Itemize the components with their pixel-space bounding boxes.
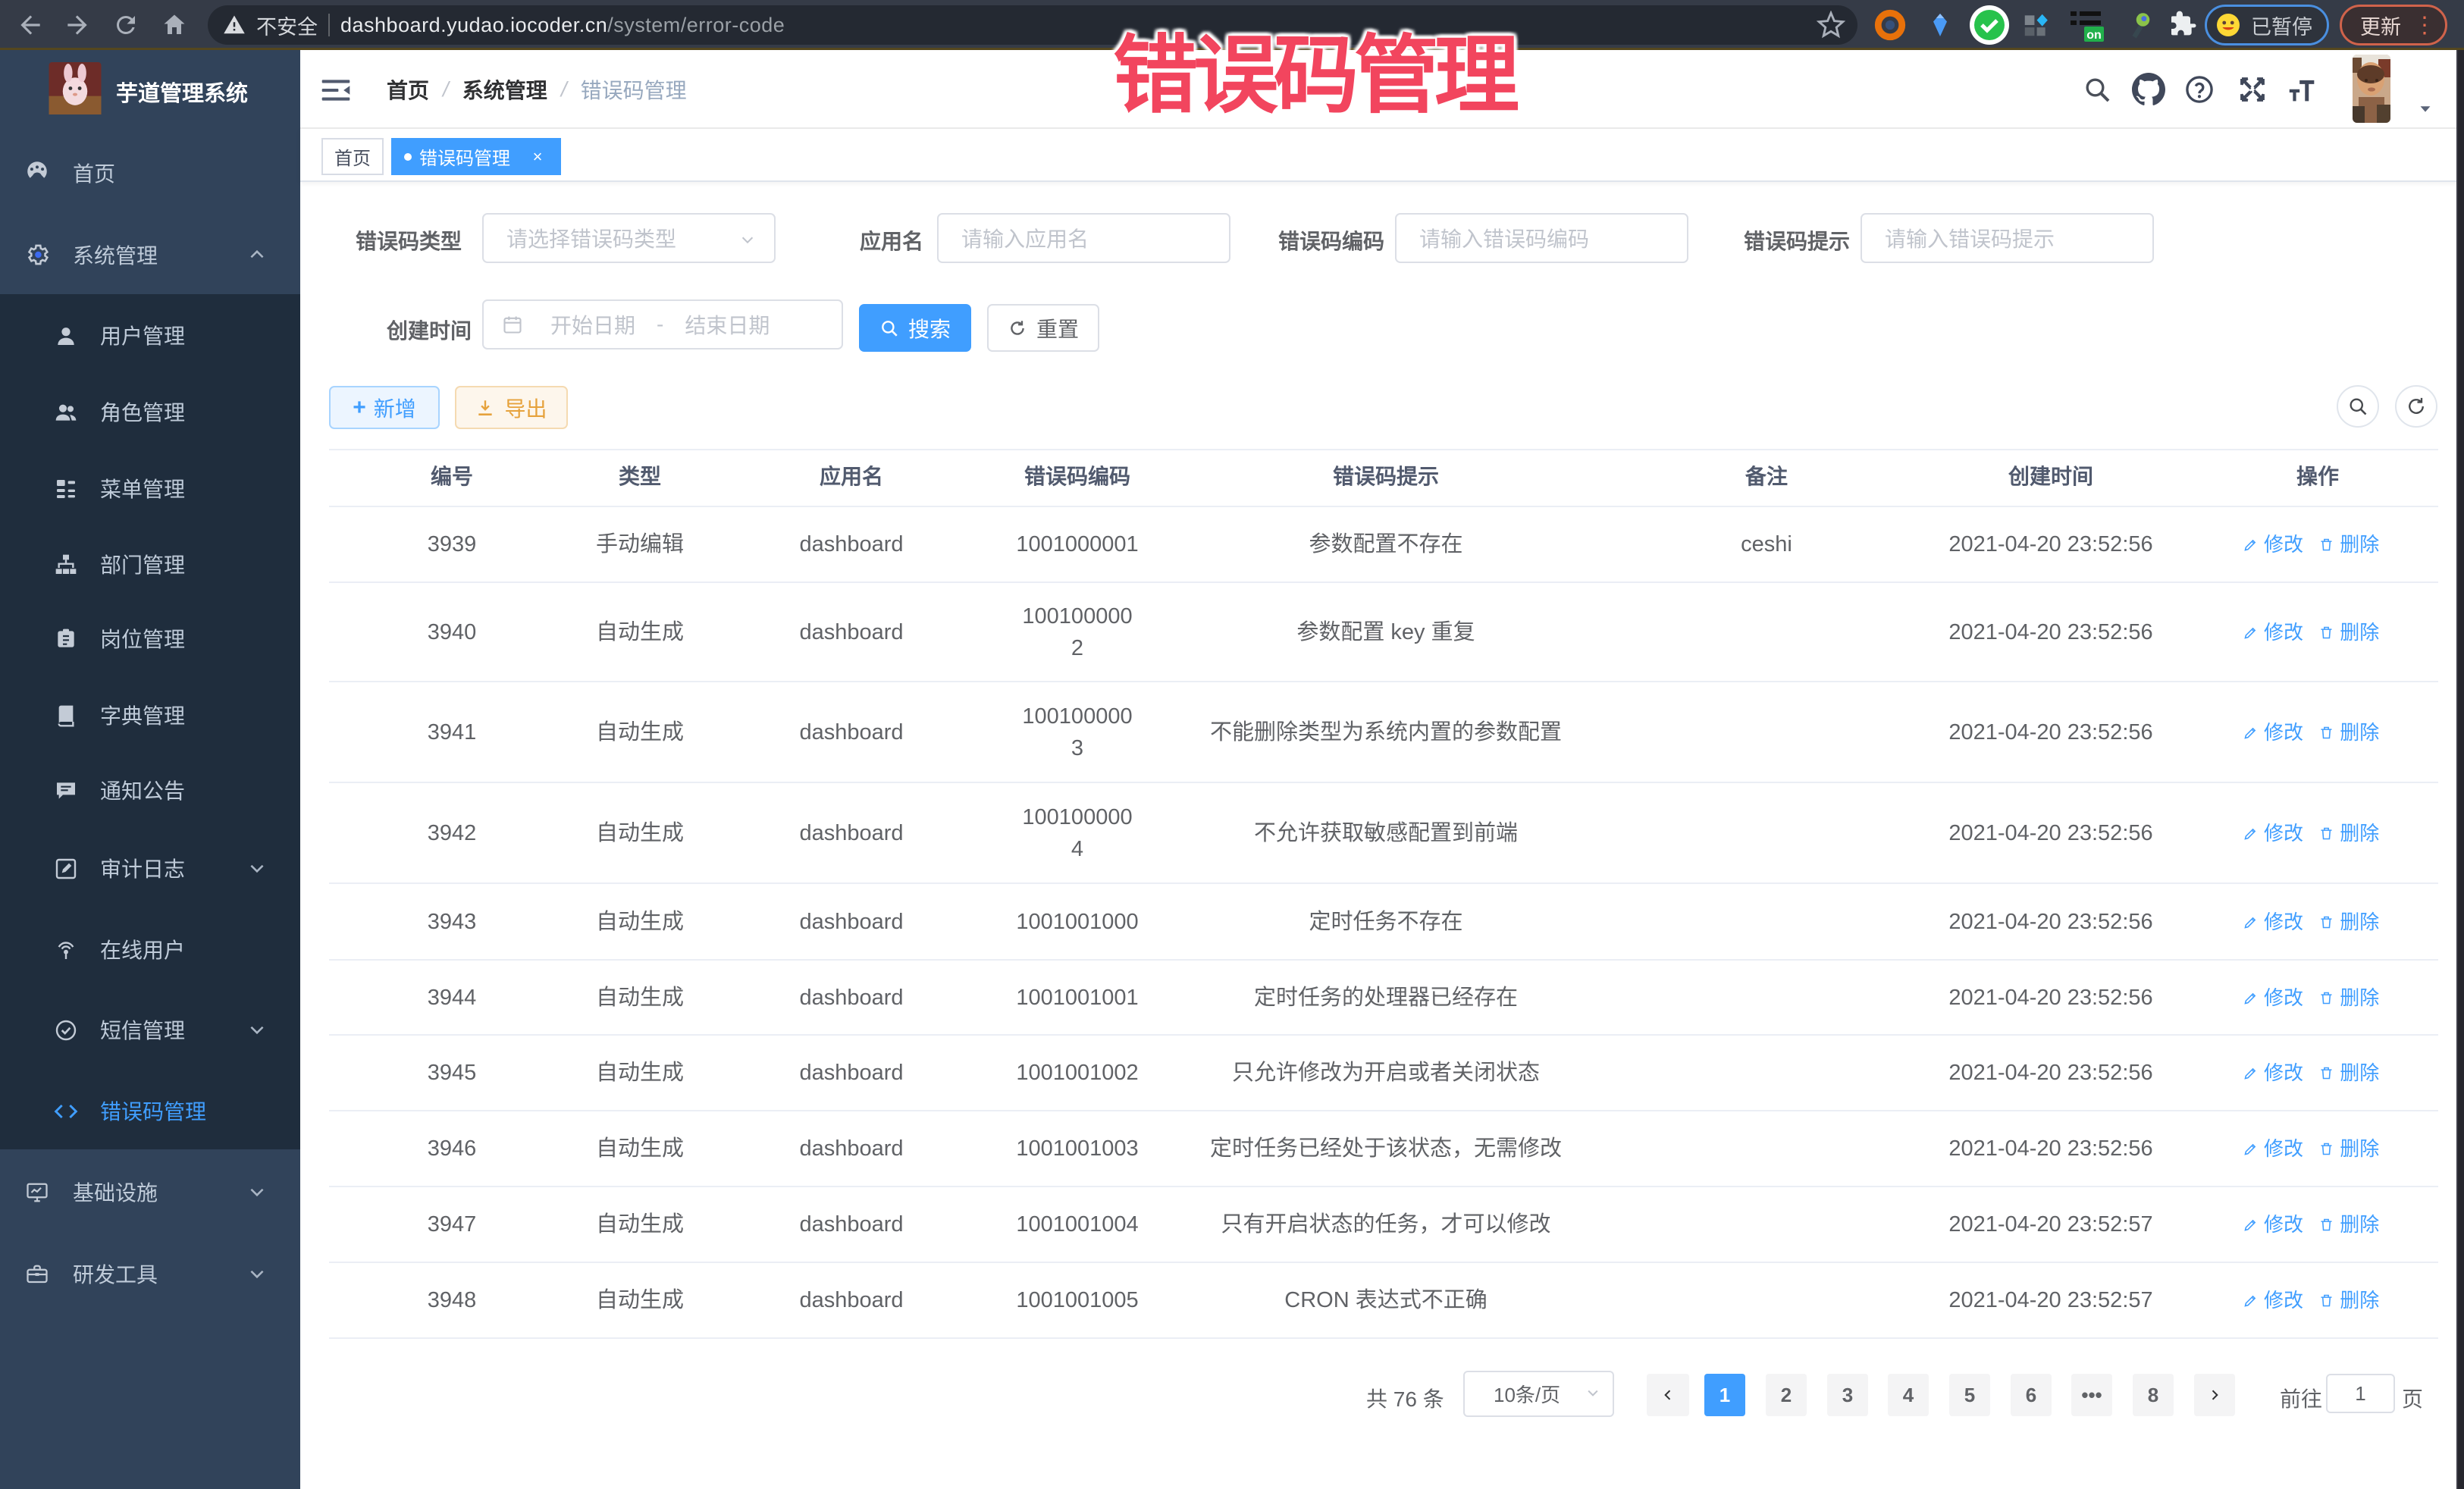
svg-text:on: on	[2086, 29, 2102, 42]
